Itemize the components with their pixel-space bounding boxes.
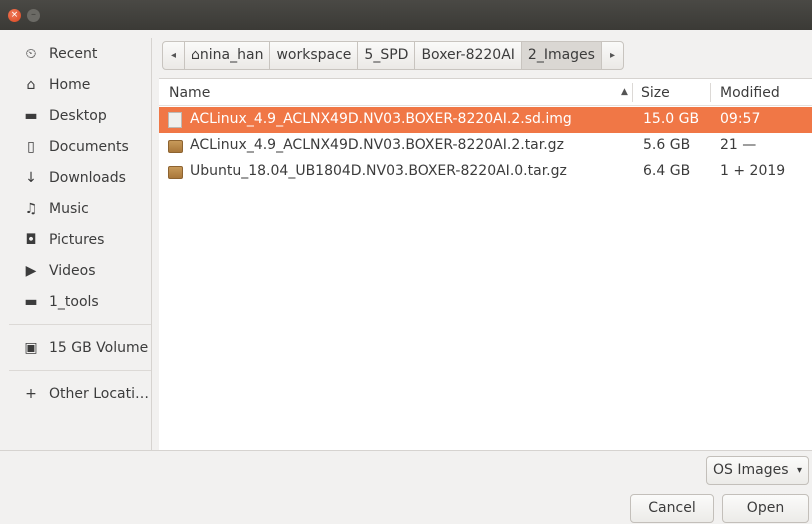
sidebar-divider [9, 370, 151, 371]
file-name: ACLinux_4.9_ACLNX49D.NV03.BOXER-8220AI.2… [190, 137, 564, 153]
cancel-button[interactable]: Cancel [630, 494, 714, 523]
plus-icon: + [25, 385, 37, 402]
file-name: Ubuntu_18.04_UB1804D.NV03.BOXER-8220AI.0… [190, 163, 567, 179]
column-header-modified[interactable]: Modified [720, 85, 780, 101]
sidebar-item-recent[interactable]: ⏲ Recent [9, 38, 151, 69]
archive-icon [168, 166, 183, 179]
sidebar-item-label: Home [49, 76, 91, 93]
breadcrumb-item[interactable]: workspace [270, 42, 359, 69]
sidebar-item-label: Other Locati… [49, 385, 149, 402]
breadcrumb-item-home[interactable]: ⌂nina_han [185, 42, 271, 69]
folder-icon: ▬ [24, 293, 38, 310]
sidebar-item-1-tools[interactable]: ▬ 1_tools [9, 286, 151, 317]
breadcrumb-forward-button[interactable]: ▸ [602, 42, 623, 69]
sidebar-item-home[interactable]: ⌂ Home [9, 69, 151, 100]
sidebar-item-music[interactable]: ♫ Music [9, 193, 151, 224]
sidebar-item-label: Pictures [49, 231, 105, 248]
music-icon: ♫ [24, 200, 38, 217]
breadcrumb-item-current[interactable]: 2_Images [521, 42, 602, 69]
action-bar: OS Images ▾ Cancel Open [0, 450, 812, 524]
breadcrumb-item[interactable]: Boxer-8220AI [415, 42, 522, 69]
sidebar-item-label: Desktop [49, 107, 107, 124]
home-icon: ⌂ [191, 47, 200, 63]
breadcrumb-item[interactable]: 5_SPD [358, 42, 416, 69]
file-row-selected[interactable]: ACLinux_4.9_ACLNX49D.NV03.BOXER-8220AI.2… [159, 107, 812, 133]
file-list: Name ▲ Size Modified ACLinux_4.9_ACLNX49… [159, 78, 812, 450]
titlebar: × – [0, 0, 812, 30]
column-header-name[interactable]: Name [169, 85, 210, 101]
file-name: ACLinux_4.9_ACLNX49D.NV03.BOXER-8220AI.2… [190, 111, 572, 127]
file-modified: 1 + 2019 [720, 163, 786, 179]
file-list-header: Name ▲ Size Modified [159, 79, 812, 106]
sidebar-item-volume[interactable]: ▣ 15 GB Volume [9, 332, 151, 363]
video-icon: ▶ [25, 262, 37, 279]
sidebar-item-label: 15 GB Volume [49, 339, 149, 356]
clock-icon: ⏲ [25, 45, 37, 62]
column-divider [710, 83, 711, 102]
breadcrumb-back-button[interactable]: ◂ [163, 42, 186, 69]
file-chooser-dialog: × – ⏲ Recent ⌂ Home ▬ Desktop ▯ Document… [0, 0, 812, 524]
sidebar-item-pictures[interactable]: ◘ Pictures [9, 224, 151, 255]
file-type-filter-dropdown[interactable]: OS Images ▾ [706, 456, 809, 485]
sidebar-item-other-locations[interactable]: + Other Locati… [9, 378, 151, 409]
archive-icon [168, 140, 183, 153]
sort-ascending-icon: ▲ [621, 87, 628, 97]
sidebar-divider [9, 324, 151, 325]
sidebar-item-label: Recent [49, 45, 98, 62]
minimize-window-button[interactable]: – [27, 9, 40, 22]
sidebar-item-label: Downloads [49, 169, 126, 186]
disk-image-icon [168, 112, 182, 128]
home-icon: ⌂ [26, 76, 36, 93]
filter-label: OS Images [713, 462, 789, 478]
column-header-size[interactable]: Size [641, 85, 670, 101]
sidebar-item-videos[interactable]: ▶ Videos [9, 255, 151, 286]
download-icon: ↓ [25, 169, 37, 186]
file-modified: 09:57 [720, 111, 761, 127]
sidebar-item-documents[interactable]: ▯ Documents [9, 131, 151, 162]
file-size: 6.4 GB [643, 163, 691, 179]
column-divider [632, 83, 633, 102]
drive-icon: ▣ [24, 339, 38, 356]
file-size: 5.6 GB [643, 137, 691, 153]
chevron-down-icon: ▾ [796, 465, 802, 476]
camera-icon: ◘ [25, 231, 37, 248]
file-row[interactable]: Ubuntu_18.04_UB1804D.NV03.BOXER-8220AI.0… [159, 159, 812, 185]
sidebar-item-label: Documents [49, 138, 129, 155]
sidebar-item-label: Videos [49, 262, 96, 279]
breadcrumb: ◂ ⌂nina_han workspace 5_SPD Boxer-8220AI… [162, 41, 624, 70]
file-modified: 21 — [720, 137, 757, 153]
document-icon: ▯ [27, 138, 35, 155]
places-sidebar: ⏲ Recent ⌂ Home ▬ Desktop ▯ Documents ↓ … [9, 38, 152, 450]
sidebar-item-downloads[interactable]: ↓ Downloads [9, 162, 151, 193]
file-row[interactable]: ACLinux_4.9_ACLNX49D.NV03.BOXER-8220AI.2… [159, 133, 812, 159]
sidebar-item-desktop[interactable]: ▬ Desktop [9, 100, 151, 131]
close-window-button[interactable]: × [8, 9, 21, 22]
file-size: 15.0 GB [643, 111, 700, 127]
sidebar-item-label: 1_tools [49, 293, 99, 310]
folder-icon: ▬ [24, 107, 38, 124]
sidebar-item-label: Music [49, 200, 89, 217]
open-button[interactable]: Open [722, 494, 809, 523]
